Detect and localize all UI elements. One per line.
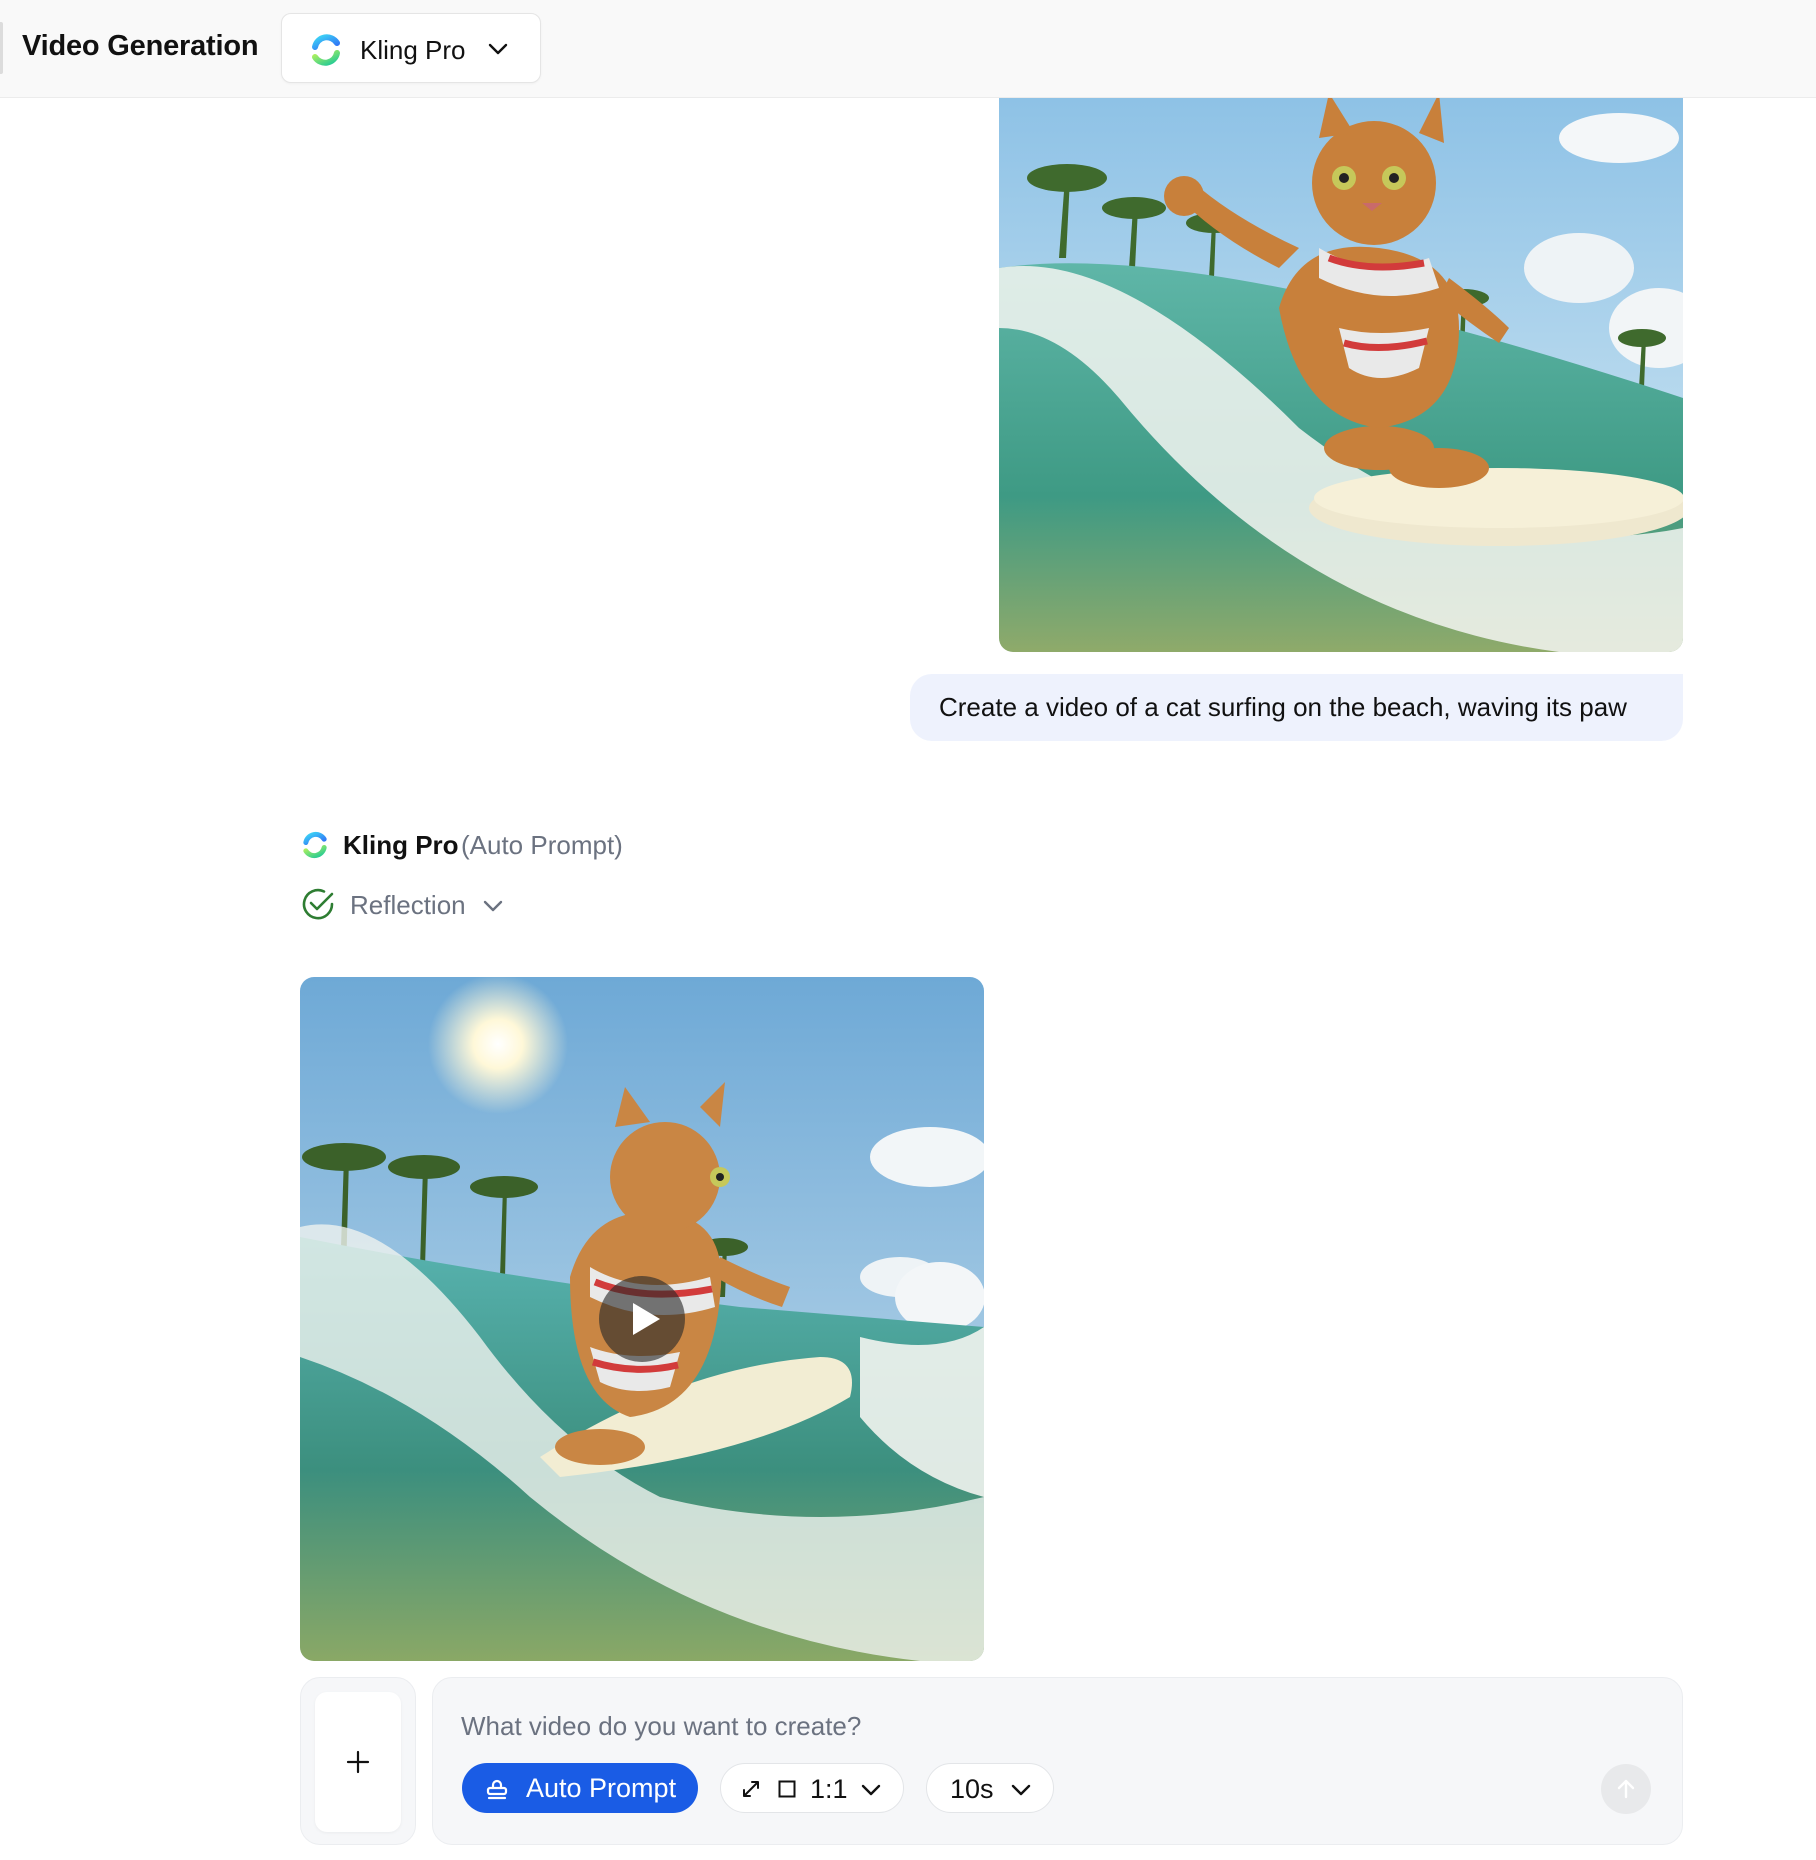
assistant-model-name: Kling Pro	[343, 830, 459, 860]
send-button[interactable]	[1601, 1764, 1651, 1814]
chevron-down-icon	[488, 43, 508, 55]
sidebar-edge	[0, 22, 3, 74]
reflection-label: Reflection	[350, 890, 466, 920]
aspect-ratio-value: 1:1	[810, 1774, 848, 1804]
aspect-ratio-selector[interactable]: 1:1	[720, 1763, 904, 1813]
expand-icon	[743, 1781, 759, 1797]
page-title: Video Generation	[22, 30, 259, 62]
generated-video[interactable]	[300, 977, 984, 1661]
user-uploaded-image[interactable]	[999, 98, 1683, 652]
duration-selector[interactable]: 10s	[926, 1763, 1054, 1813]
user-message-bubble: Create a video of a cat surfing on the b…	[910, 674, 1683, 741]
play-icon	[633, 1303, 660, 1335]
model-selector[interactable]: Kling Pro	[281, 13, 541, 83]
duration-value: 10s	[950, 1774, 994, 1804]
model-selector-label: Kling Pro	[360, 35, 466, 65]
prompt-composer: Auto Prompt 1:1 10s	[432, 1677, 1683, 1845]
chevron-down-icon	[483, 900, 503, 912]
kling-logo-icon	[312, 34, 340, 66]
reflection-toggle[interactable]: Reflection	[300, 886, 520, 922]
chevron-down-icon	[1011, 1784, 1031, 1796]
user-message-text: Create a video of a cat surfing on the b…	[939, 692, 1627, 722]
add-attachment-button[interactable]	[315, 1692, 401, 1832]
kling-logo-icon	[303, 831, 327, 859]
prompt-input[interactable]	[461, 1708, 1561, 1744]
attachment-panel	[300, 1677, 416, 1845]
assistant-mode-label: (Auto Prompt)	[461, 830, 623, 860]
check-circle-icon	[302, 888, 334, 920]
cat-surfing-image	[999, 98, 1683, 652]
arrow-up-icon	[1617, 1779, 1635, 1799]
auto-prompt-button[interactable]: Auto Prompt	[462, 1763, 698, 1813]
chevron-down-icon	[861, 1784, 881, 1796]
stamp-icon	[486, 1779, 508, 1800]
app-header: Video Generation Kling Pro	[0, 0, 1816, 98]
play-button[interactable]	[599, 1276, 685, 1362]
plus-icon	[346, 1750, 370, 1774]
square-icon	[778, 1780, 796, 1798]
auto-prompt-label: Auto Prompt	[526, 1773, 677, 1803]
